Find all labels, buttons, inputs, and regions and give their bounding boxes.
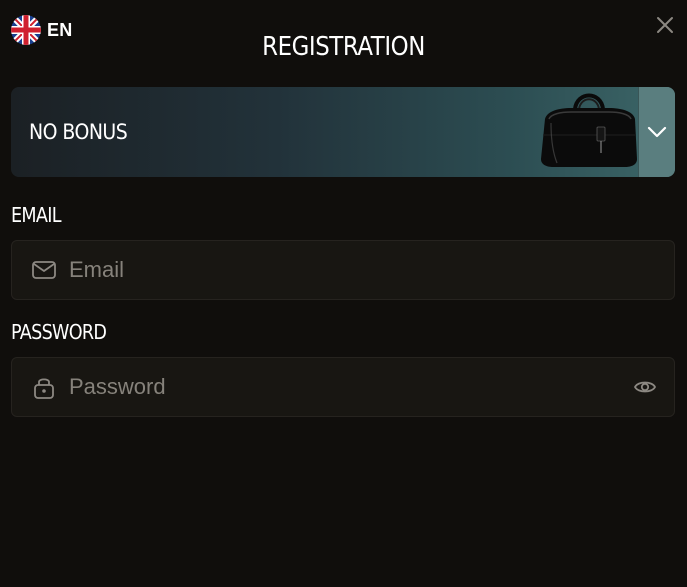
password-field-container bbox=[11, 357, 675, 417]
eye-icon[interactable] bbox=[633, 375, 657, 399]
email-field-container bbox=[11, 240, 675, 300]
bonus-selector[interactable]: NO BONUS bbox=[11, 87, 675, 177]
email-label: EMAIL bbox=[11, 203, 62, 227]
password-field[interactable] bbox=[69, 358, 633, 416]
close-icon[interactable] bbox=[655, 15, 675, 35]
lock-icon bbox=[34, 378, 54, 399]
email-field[interactable] bbox=[69, 241, 674, 299]
uk-flag-icon bbox=[11, 15, 41, 45]
mail-icon bbox=[32, 261, 56, 279]
bonus-dropdown-toggle[interactable] bbox=[638, 87, 675, 177]
bonus-label: NO BONUS bbox=[29, 120, 128, 144]
page-title: REGISTRATION bbox=[262, 32, 425, 62]
registration-modal: EN REGISTRATION NO BONUS EMAIL Email PAS… bbox=[0, 0, 687, 587]
password-label: PASSWORD bbox=[11, 320, 107, 344]
chevron-down-icon bbox=[647, 126, 667, 138]
leather-bag-image bbox=[541, 93, 637, 167]
